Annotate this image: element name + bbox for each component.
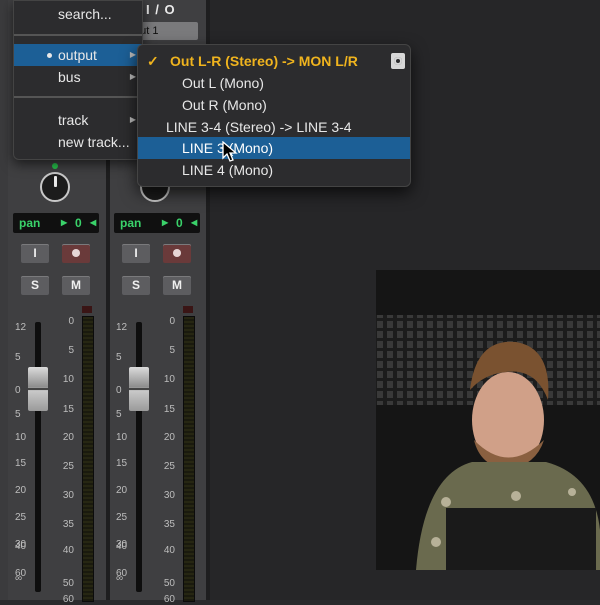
pan-left-arrow-icon[interactable]: ▶: [61, 213, 67, 233]
menu-separator: [14, 96, 142, 98]
meter-scale-label: 5: [169, 345, 175, 356]
pan-control[interactable]: pan ▶ 0 ◀: [13, 213, 99, 233]
fader-scale-label: 15: [116, 458, 128, 469]
meter-scale-label: 0: [68, 316, 74, 327]
fader-scale-label: 5: [15, 352, 21, 363]
fader-scale-label: 25: [15, 512, 27, 523]
meter-scale-label: 20: [163, 432, 175, 443]
meter-scale-label: 15: [163, 404, 175, 415]
menu-separator: [14, 34, 142, 36]
meter-scale-label: 15: [62, 404, 74, 415]
output-option-line-3-4-stereo[interactable]: LINE 3-4 (Stereo) -> LINE 3-4: [138, 116, 410, 138]
fader-scale-label: 20: [15, 485, 27, 496]
mute-button[interactable]: M: [62, 276, 90, 295]
output-option-out-r-mono[interactable]: Out R (Mono): [138, 94, 410, 116]
meter-scale-label: 30: [163, 490, 175, 501]
activity-led: [52, 163, 58, 169]
checkmark-icon: ✓: [147, 53, 159, 69]
solo-button[interactable]: S: [122, 276, 150, 295]
selected-dot-icon: [47, 53, 52, 58]
fader-scale-label: 12: [15, 322, 27, 333]
input-monitor-button[interactable]: I: [21, 244, 49, 263]
fader-scale-label: 10: [15, 432, 27, 443]
meter-scale-label: 10: [62, 374, 74, 385]
output-submenu: ✓ Out L-R (Stereo) -> MON L/R Out L (Mon…: [137, 44, 411, 187]
webcam-video: [376, 270, 600, 570]
menu-item-track[interactable]: track ▶: [14, 109, 142, 131]
pan-control[interactable]: pan ▶ 0 ◀: [114, 213, 200, 233]
meter-scale-label: 35: [163, 519, 175, 530]
meter-scale-label: 50: [62, 578, 74, 589]
menu-item-bus[interactable]: bus ▶: [14, 66, 142, 88]
meter-scale-label: 35: [62, 519, 74, 530]
volume-fader[interactable]: [129, 367, 149, 411]
fader-scale-label: 5: [116, 409, 122, 420]
meter-scale-label: 40: [163, 545, 175, 556]
fader-scale-label: 0: [15, 385, 21, 396]
pan-value: 0: [176, 216, 183, 230]
fader-scale-label: 15: [15, 458, 27, 469]
meter-scale-label: 5: [68, 345, 74, 356]
fader-track[interactable]: [35, 322, 41, 592]
fader-scale-label: 25: [116, 512, 128, 523]
record-arm-button[interactable]: [62, 244, 90, 263]
fader-scale-label: 0: [116, 385, 122, 396]
meter-scale-label: 20: [62, 432, 74, 443]
knob-icon[interactable]: [40, 172, 70, 202]
clip-indicator[interactable]: [82, 306, 92, 313]
speaker-icon: [391, 53, 405, 69]
fader-scale-label: 12: [116, 322, 128, 333]
pan-right-arrow-icon[interactable]: ◀: [90, 213, 96, 233]
clip-indicator[interactable]: [183, 306, 193, 313]
meter-scale-label: 50: [163, 578, 175, 589]
fader-scale-label: 40: [15, 541, 27, 552]
pan-right-arrow-icon[interactable]: ◀: [191, 213, 197, 233]
fader-scale-label: 5: [15, 409, 21, 420]
meter-scale-label: 30: [62, 490, 74, 501]
context-menu: search... output ▶ bus ▶ track ▶ new tra…: [13, 0, 143, 160]
output-option-line-3-mono[interactable]: LINE 3 (Mono): [138, 137, 410, 159]
record-arm-button[interactable]: [163, 244, 191, 263]
submenu-arrow-icon: ▶: [129, 72, 136, 81]
fader-scale-label: ∞: [15, 573, 23, 584]
input-monitor-button[interactable]: I: [122, 244, 150, 263]
fader-scale-label: 5: [116, 352, 122, 363]
volume-fader[interactable]: [28, 367, 48, 411]
meter-scale-label: 25: [163, 461, 175, 472]
fader-track[interactable]: [136, 322, 142, 592]
level-meter: [82, 316, 94, 602]
solo-button[interactable]: S: [21, 276, 49, 295]
fader-scale-label: 40: [116, 541, 128, 552]
menu-item-output[interactable]: output ▶: [14, 44, 142, 66]
pan-label: pan: [120, 216, 142, 230]
submenu-arrow-icon: ▶: [129, 115, 136, 124]
submenu-arrow-icon: ▶: [129, 50, 136, 59]
output-option-out-lr-stereo[interactable]: ✓ Out L-R (Stereo) -> MON L/R: [138, 50, 410, 72]
fader-scale-label: ∞: [116, 573, 124, 584]
fader-scale-label: 20: [116, 485, 128, 496]
meter-scale-label: 0: [169, 316, 175, 327]
meter-scale-label: 25: [62, 461, 74, 472]
record-icon: [72, 249, 80, 257]
output-option-out-l-mono[interactable]: Out L (Mono): [138, 72, 410, 94]
pan-label: pan: [19, 216, 41, 230]
level-meter: [183, 316, 195, 602]
pan-value: 0: [75, 216, 82, 230]
io-header: I / O: [146, 2, 176, 17]
meter-scale-label: 10: [163, 374, 175, 385]
mute-button[interactable]: M: [163, 276, 191, 295]
record-icon: [173, 249, 181, 257]
cursor-icon: [222, 141, 238, 162]
pan-left-arrow-icon[interactable]: ▶: [162, 213, 168, 233]
output-option-line-4-mono[interactable]: LINE 4 (Mono): [138, 159, 410, 181]
fader-scale-label: 10: [116, 432, 128, 443]
menu-item-new-track[interactable]: new track...: [14, 131, 142, 153]
meter-scale-label: 40: [62, 545, 74, 556]
menu-item-search[interactable]: search...: [14, 3, 142, 25]
